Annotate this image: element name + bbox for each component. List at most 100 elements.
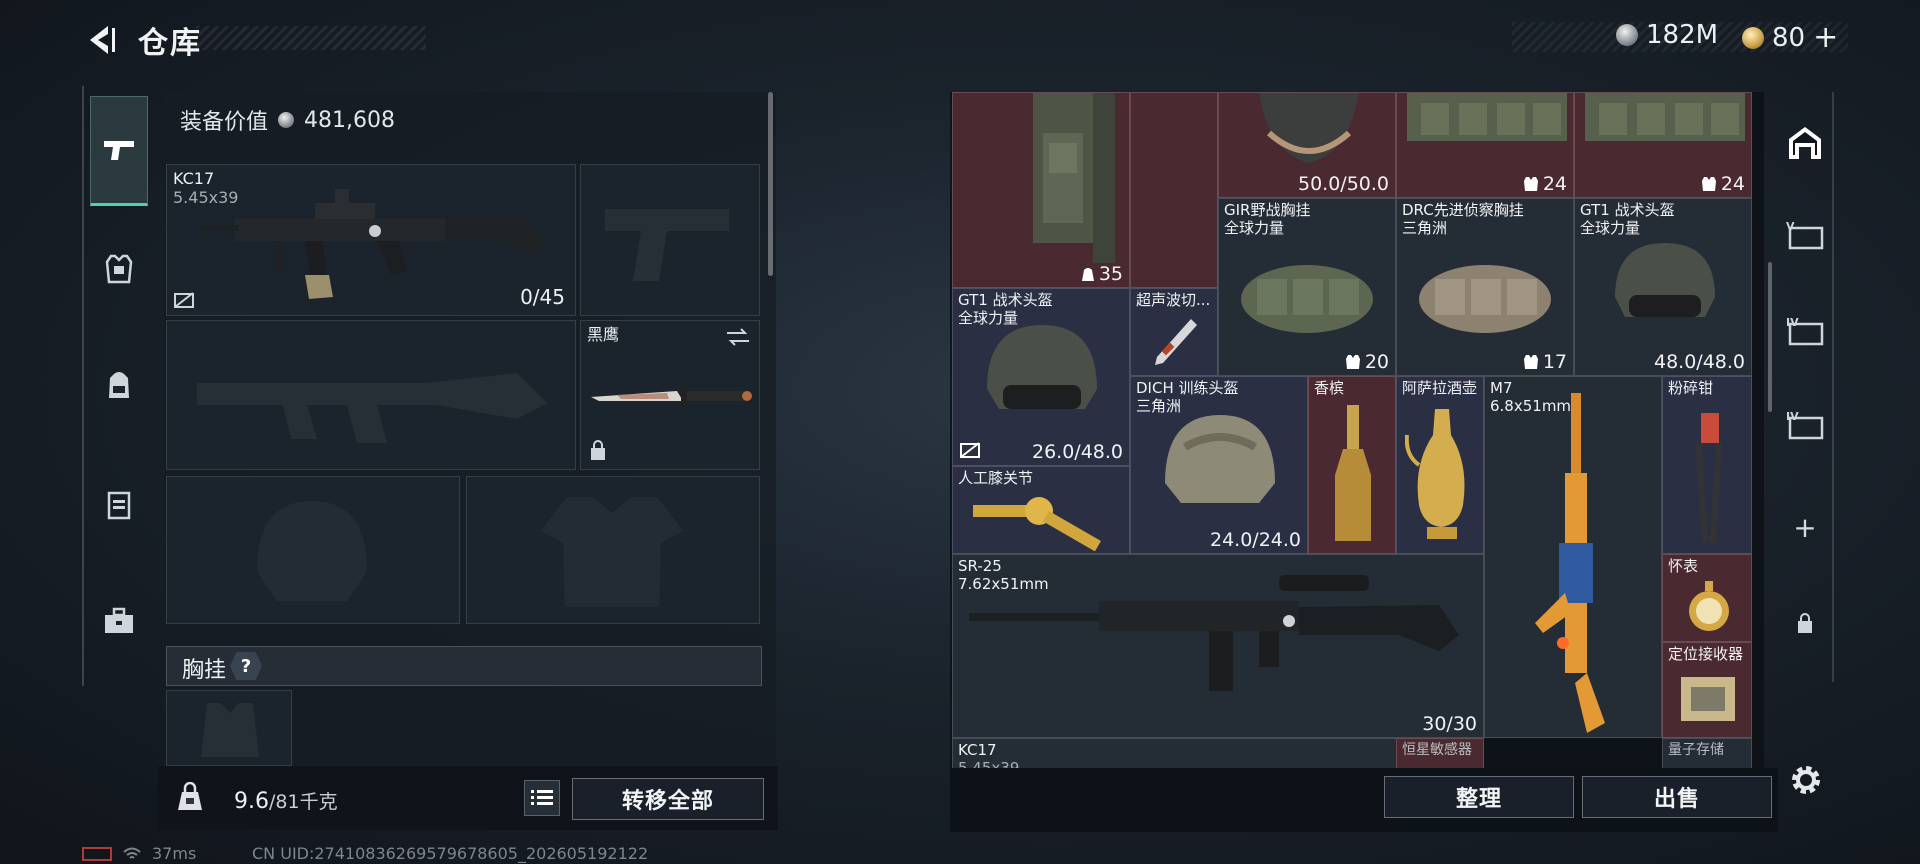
rig-b-count: 24 bbox=[1720, 173, 1745, 195]
rifle-silhouette-icon bbox=[197, 373, 547, 443]
drc-count: 17 bbox=[1542, 351, 1567, 373]
weight-current: 9.6 bbox=[234, 789, 269, 814]
locked-storage-tab[interactable] bbox=[1778, 596, 1832, 650]
storage-item-rig-a[interactable]: 24 bbox=[1396, 92, 1574, 198]
gt1-a-durability: 48.0/48.0 bbox=[1653, 351, 1745, 373]
wifi-icon bbox=[123, 847, 141, 859]
backpack-icon bbox=[109, 372, 129, 398]
tab-storage-v[interactable]: V bbox=[1778, 208, 1832, 262]
vest-small-icon bbox=[1345, 355, 1360, 369]
silver-coin-icon bbox=[278, 112, 295, 128]
tab-iv-label: IV bbox=[1786, 410, 1799, 423]
melee-slot[interactable]: 黑鹰 bbox=[580, 320, 760, 470]
body-armor-slot[interactable] bbox=[466, 476, 760, 624]
lock-icon bbox=[591, 440, 605, 460]
storage-scrollbar[interactable] bbox=[1768, 262, 1772, 412]
ultrasonic-cutter-image bbox=[1155, 319, 1197, 365]
rig-a-count: 24 bbox=[1542, 173, 1567, 195]
settings-button[interactable] bbox=[1788, 762, 1824, 798]
tab-storage-home[interactable] bbox=[1778, 116, 1832, 170]
storage-item-drc[interactable]: DRC先进侦察胸挂 三角洲 17 bbox=[1396, 198, 1574, 376]
knife-image bbox=[591, 387, 752, 407]
swap-icon[interactable] bbox=[725, 327, 751, 347]
equipment-scrollbar[interactable] bbox=[768, 92, 773, 276]
storage-item-crusher[interactable]: 粉碎钳 bbox=[1662, 376, 1752, 554]
back-button[interactable] bbox=[78, 20, 126, 60]
sell-button[interactable]: 出售 bbox=[1582, 776, 1772, 818]
storage-item-champagne[interactable]: 香槟 bbox=[1308, 376, 1396, 554]
page-title: 仓库 bbox=[138, 26, 202, 61]
duffel-bag-image bbox=[1419, 265, 1551, 333]
currency-gold[interactable]: 80 + bbox=[1742, 20, 1838, 55]
item-name: 怀表 bbox=[1668, 557, 1699, 575]
weight-bag-icon bbox=[178, 782, 202, 810]
toolbox-icon bbox=[105, 607, 133, 633]
storage-item-locator[interactable]: 定位接收器 bbox=[1662, 642, 1752, 738]
equipment-value-amount: 481,608 bbox=[304, 107, 395, 133]
user-uid: CN UID:27410836269579678605_202605192122 bbox=[252, 844, 649, 863]
chest-rig-icon bbox=[107, 491, 131, 520]
item-name: 香槟 bbox=[1314, 379, 1345, 397]
storage-item-gt1-b[interactable]: GT1 战术头盔 全球力量 26.0/48.0 bbox=[952, 288, 1130, 466]
currency-silver: 182M bbox=[1616, 20, 1718, 50]
storage-item-helmet-top[interactable]: 50.0/50.0 bbox=[1218, 92, 1396, 198]
lock-icon bbox=[1798, 613, 1812, 633]
artificial-knee-image bbox=[973, 497, 1101, 551]
item-name: GT1 战术头盔 bbox=[1580, 201, 1675, 219]
storage-item-gt1-a[interactable]: GT1 战术头盔 全球力量 48.0/48.0 bbox=[1574, 198, 1752, 376]
tab-storage-iv-b[interactable]: IV bbox=[1778, 398, 1832, 452]
tab-weapons[interactable] bbox=[90, 96, 148, 206]
armor-vest-icon bbox=[105, 254, 133, 284]
dich-durability: 24.0/24.0 bbox=[1209, 529, 1301, 551]
weapon-ammo: 0/45 bbox=[520, 285, 565, 309]
item-caliber: 5.45x39 bbox=[958, 759, 1020, 768]
sort-button[interactable]: 整理 bbox=[1384, 776, 1574, 818]
item-faction: 全球力量 bbox=[1224, 219, 1285, 237]
add-currency-button[interactable]: + bbox=[1813, 20, 1838, 55]
chest-rig-slot[interactable] bbox=[166, 690, 292, 766]
storage-item-star-sensor[interactable]: 恒星敏感器 bbox=[1396, 738, 1484, 768]
tab-storage-iv-a[interactable]: IV bbox=[1778, 304, 1832, 358]
storage-tab-rail bbox=[1778, 92, 1834, 682]
tab-armor[interactable] bbox=[90, 240, 148, 298]
no-insure-icon bbox=[174, 292, 194, 308]
item-faction: 全球力量 bbox=[1580, 219, 1641, 237]
storage-item-rig-b[interactable]: 24 bbox=[1574, 92, 1752, 198]
storage-item-vest[interactable]: 35 bbox=[952, 92, 1130, 288]
item-name: 阿萨拉酒壶 bbox=[1402, 379, 1478, 397]
list-view-button[interactable] bbox=[524, 780, 560, 816]
storage-item-quantum[interactable]: 量子存储 bbox=[1662, 738, 1752, 768]
storage-item-m7[interactable]: M7 6.8x51mm bbox=[1484, 376, 1662, 738]
tab-tools[interactable] bbox=[90, 592, 148, 650]
warehouse-icon bbox=[1789, 127, 1821, 159]
storage-item-sr25[interactable]: SR-25 7.62x51mm 30/30 bbox=[952, 554, 1484, 738]
helmet-silhouette-icon bbox=[257, 501, 367, 601]
storage-item-ewer[interactable]: 阿萨拉酒壶 bbox=[1396, 376, 1484, 554]
training-helmet-image bbox=[1165, 415, 1275, 503]
ping-value: 37ms bbox=[152, 844, 197, 863]
chest-rig-silhouette-icon bbox=[201, 703, 259, 757]
item-name: DICH 训练头盔 bbox=[1136, 379, 1239, 397]
add-storage-button[interactable]: + bbox=[1778, 500, 1832, 554]
storage-item-knee[interactable]: 人工膝关节 bbox=[952, 466, 1130, 554]
tab-backpack[interactable] bbox=[90, 356, 148, 414]
storage-empty-cell[interactable] bbox=[1130, 92, 1218, 288]
storage-box-iv-icon: IV bbox=[1786, 316, 1824, 346]
sr25-ammo: 30/30 bbox=[1422, 713, 1477, 735]
storage-item-pocket-watch[interactable]: 怀表 bbox=[1662, 554, 1752, 642]
primary-weapon-slot[interactable]: KC17 5.45x39 0/45 bbox=[166, 164, 576, 316]
storage-item-ultrasonic[interactable]: 超声波切... bbox=[1130, 288, 1218, 376]
item-name: 超声波切... bbox=[1136, 291, 1211, 309]
helmet-slot[interactable] bbox=[166, 476, 460, 624]
gir-count: 20 bbox=[1364, 351, 1389, 373]
help-button[interactable]: ? bbox=[230, 652, 262, 680]
list-icon bbox=[531, 790, 553, 805]
transfer-all-button[interactable]: 转移全部 bbox=[572, 778, 764, 820]
secondary-weapon-slot[interactable] bbox=[580, 164, 760, 316]
storage-item-dich[interactable]: DICH 训练头盔 三角洲 24.0/24.0 bbox=[1130, 376, 1308, 554]
crusher-pliers-image bbox=[1695, 413, 1723, 544]
second-primary-slot[interactable] bbox=[166, 320, 576, 470]
storage-grid: 35 50.0/50.0 24 24 GIR野战胸挂 全球力量 20 DRC先进… bbox=[952, 92, 1762, 768]
tab-chest-rig[interactable] bbox=[90, 476, 148, 534]
storage-item-gir[interactable]: GIR野战胸挂 全球力量 20 bbox=[1218, 198, 1396, 376]
